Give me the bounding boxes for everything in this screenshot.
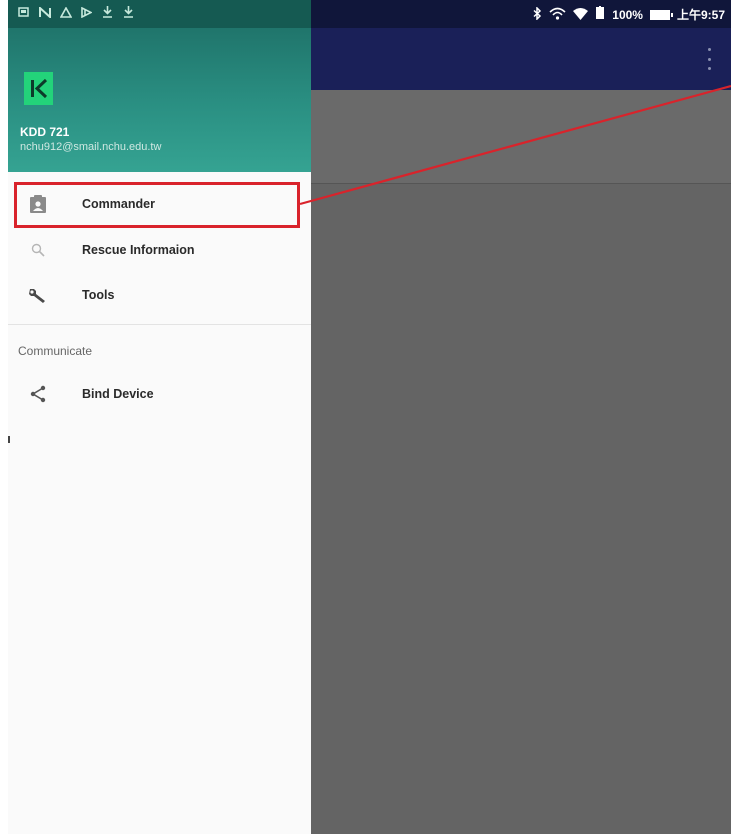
drawer-edge <box>0 0 8 834</box>
battery-icon <box>649 9 673 20</box>
overflow-menu-icon[interactable] <box>704 48 714 70</box>
clock: 上午9:57 <box>676 8 725 22</box>
app-toolbar <box>311 28 731 90</box>
media-icon <box>81 6 93 22</box>
battery-percent: 100% <box>612 7 643 22</box>
wifi-icon <box>573 7 589 23</box>
status-bar-right: 100% 上午9:57 <box>533 5 725 23</box>
drawer-item-tools[interactable]: Tools <box>8 273 311 317</box>
navigation-drawer: KDD 721 nchu912@smail.nchu.edu.tw <box>8 0 311 834</box>
drawer-item-bind-device[interactable]: Bind Device <box>8 372 311 416</box>
status-bar-left <box>18 5 134 22</box>
notification-icon <box>18 6 29 22</box>
share-icon <box>28 384 48 404</box>
drawer-divider <box>8 324 311 325</box>
drawer-item-label: Tools <box>82 288 115 302</box>
drawer-item-label: Rescue Informaion <box>82 243 195 257</box>
drawer-item-label: Bind Device <box>82 387 154 401</box>
edge-mark <box>8 436 10 443</box>
search-icon <box>28 240 48 260</box>
download-icon <box>102 6 113 22</box>
app-logo <box>24 72 53 105</box>
warning-icon <box>59 6 73 22</box>
drawer-header: KDD 721 nchu912@smail.nchu.edu.tw <box>8 0 311 172</box>
battery-saver-icon <box>595 6 605 23</box>
section-title: Communicate <box>18 344 93 358</box>
download-icon <box>123 6 134 22</box>
annotation-highlight-box <box>14 182 300 228</box>
n-app-icon <box>39 5 51 22</box>
user-email: nchu912@smail.nchu.edu.tw <box>20 141 162 153</box>
screen: 100% 上午9:57 KDD 721 nchu912@smail.nchu.e… <box>0 0 731 834</box>
app-content-scrim[interactable] <box>311 90 731 834</box>
drawer-item-rescue-information[interactable]: Rescue Informaion <box>8 228 311 272</box>
wrench-icon <box>28 285 48 305</box>
bluetooth-icon <box>533 5 542 23</box>
user-name: KDD 721 <box>20 125 70 139</box>
wifi-calling-icon <box>549 7 566 23</box>
app-content-band <box>311 90 731 184</box>
